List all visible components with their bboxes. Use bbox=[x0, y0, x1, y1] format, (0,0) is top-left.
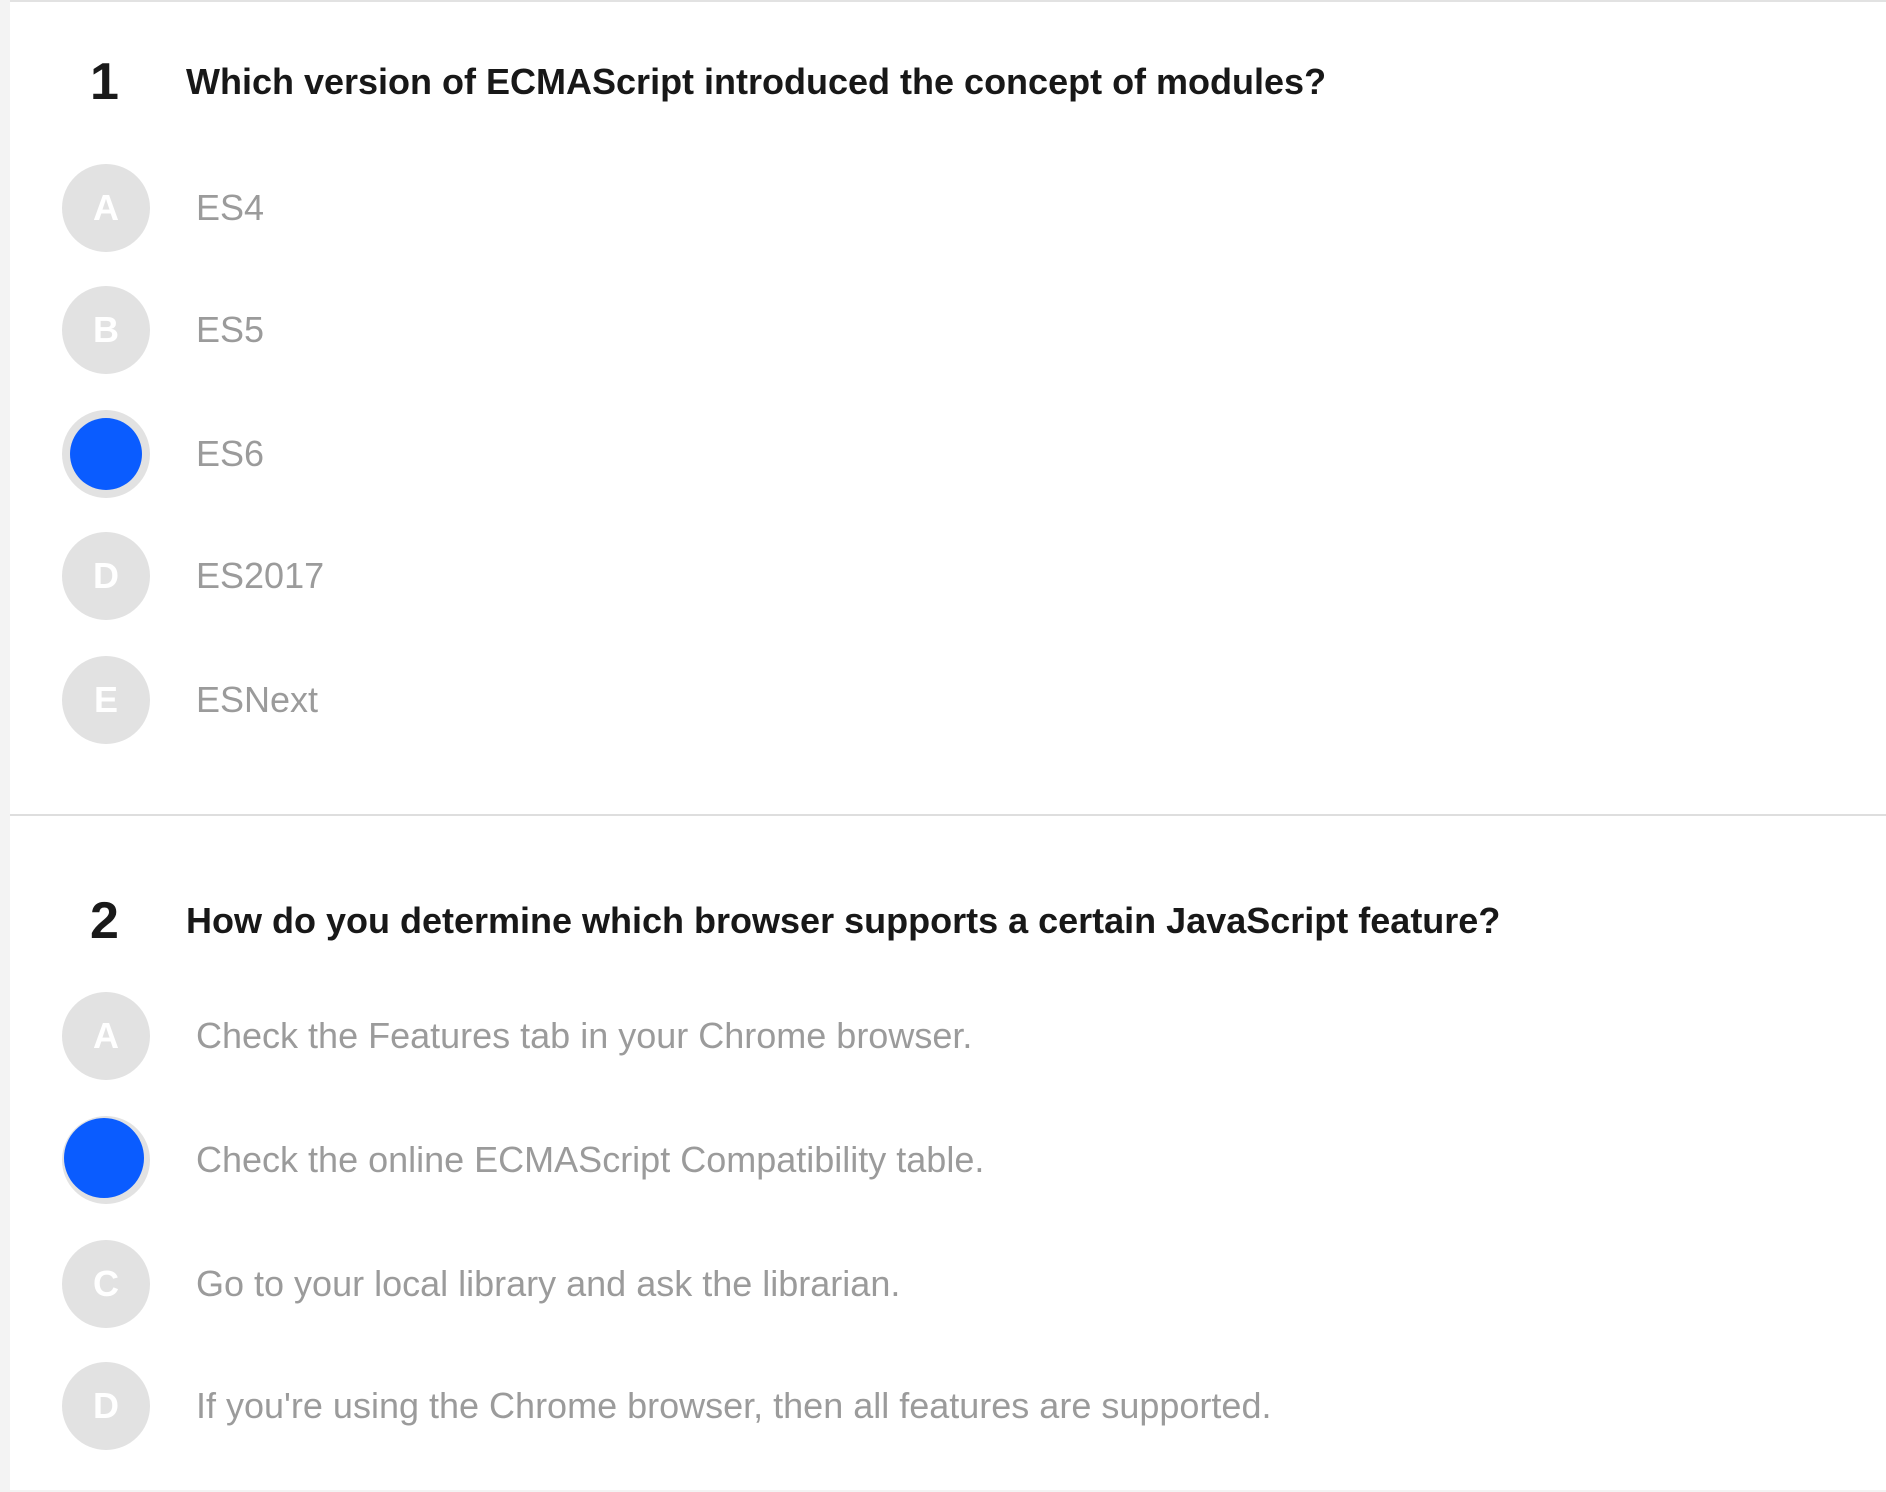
question-header: 1 Which version of ECMAScript introduced… bbox=[10, 47, 1886, 117]
option-bubble-selected[interactable] bbox=[62, 1116, 150, 1204]
option-e[interactable]: E ESNext bbox=[62, 656, 1762, 746]
option-label: Check the online ECMAScript Compatibilit… bbox=[196, 1139, 985, 1180]
question-1: 1 Which version of ECMAScript introduced… bbox=[10, 2, 1886, 814]
option-a[interactable]: A Check the Features tab in your Chrome … bbox=[62, 992, 1762, 1082]
question-text: Which version of ECMAScript introduced t… bbox=[186, 61, 1327, 102]
question-2: 2 How do you determine which browser sup… bbox=[10, 814, 1886, 1492]
option-bubble[interactable]: A bbox=[62, 164, 150, 252]
option-label: ES4 bbox=[196, 187, 265, 228]
option-bubble[interactable]: E bbox=[62, 656, 150, 744]
option-c[interactable]: ES6 bbox=[62, 410, 1762, 500]
option-label: ES6 bbox=[196, 433, 265, 474]
option-bubble-selected[interactable] bbox=[62, 410, 150, 498]
option-label: If you're using the Chrome browser, then… bbox=[196, 1385, 1272, 1426]
option-b[interactable]: Check the online ECMAScript Compatibilit… bbox=[62, 1116, 1762, 1206]
question-number: 2 bbox=[90, 892, 119, 950]
option-bubble[interactable]: C bbox=[62, 1240, 150, 1328]
option-d[interactable]: D If you're using the Chrome browser, th… bbox=[62, 1362, 1762, 1452]
question-header: 2 How do you determine which browser sup… bbox=[10, 886, 1886, 956]
option-d[interactable]: D ES2017 bbox=[62, 532, 1762, 622]
option-label: Check the Features tab in your Chrome br… bbox=[196, 1015, 973, 1056]
option-bubble[interactable]: A bbox=[62, 992, 150, 1080]
option-a[interactable]: A ES4 bbox=[62, 164, 1762, 254]
option-label: ESNext bbox=[196, 679, 319, 720]
question-number: 1 bbox=[90, 53, 119, 111]
selected-dot-icon bbox=[70, 418, 142, 490]
option-bubble[interactable]: B bbox=[62, 286, 150, 374]
option-label: ES5 bbox=[196, 309, 265, 350]
selected-dot-icon bbox=[64, 1118, 144, 1198]
quiz-page: 1 Which version of ECMAScript introduced… bbox=[10, 0, 1886, 1490]
question-text: How do you determine which browser suppo… bbox=[186, 900, 1501, 941]
option-label: ES2017 bbox=[196, 555, 325, 596]
option-bubble[interactable]: D bbox=[62, 532, 150, 620]
option-b[interactable]: B ES5 bbox=[62, 286, 1762, 376]
option-c[interactable]: C Go to your local library and ask the l… bbox=[62, 1240, 1762, 1330]
option-bubble[interactable]: D bbox=[62, 1362, 150, 1450]
option-label: Go to your local library and ask the lib… bbox=[196, 1263, 901, 1304]
